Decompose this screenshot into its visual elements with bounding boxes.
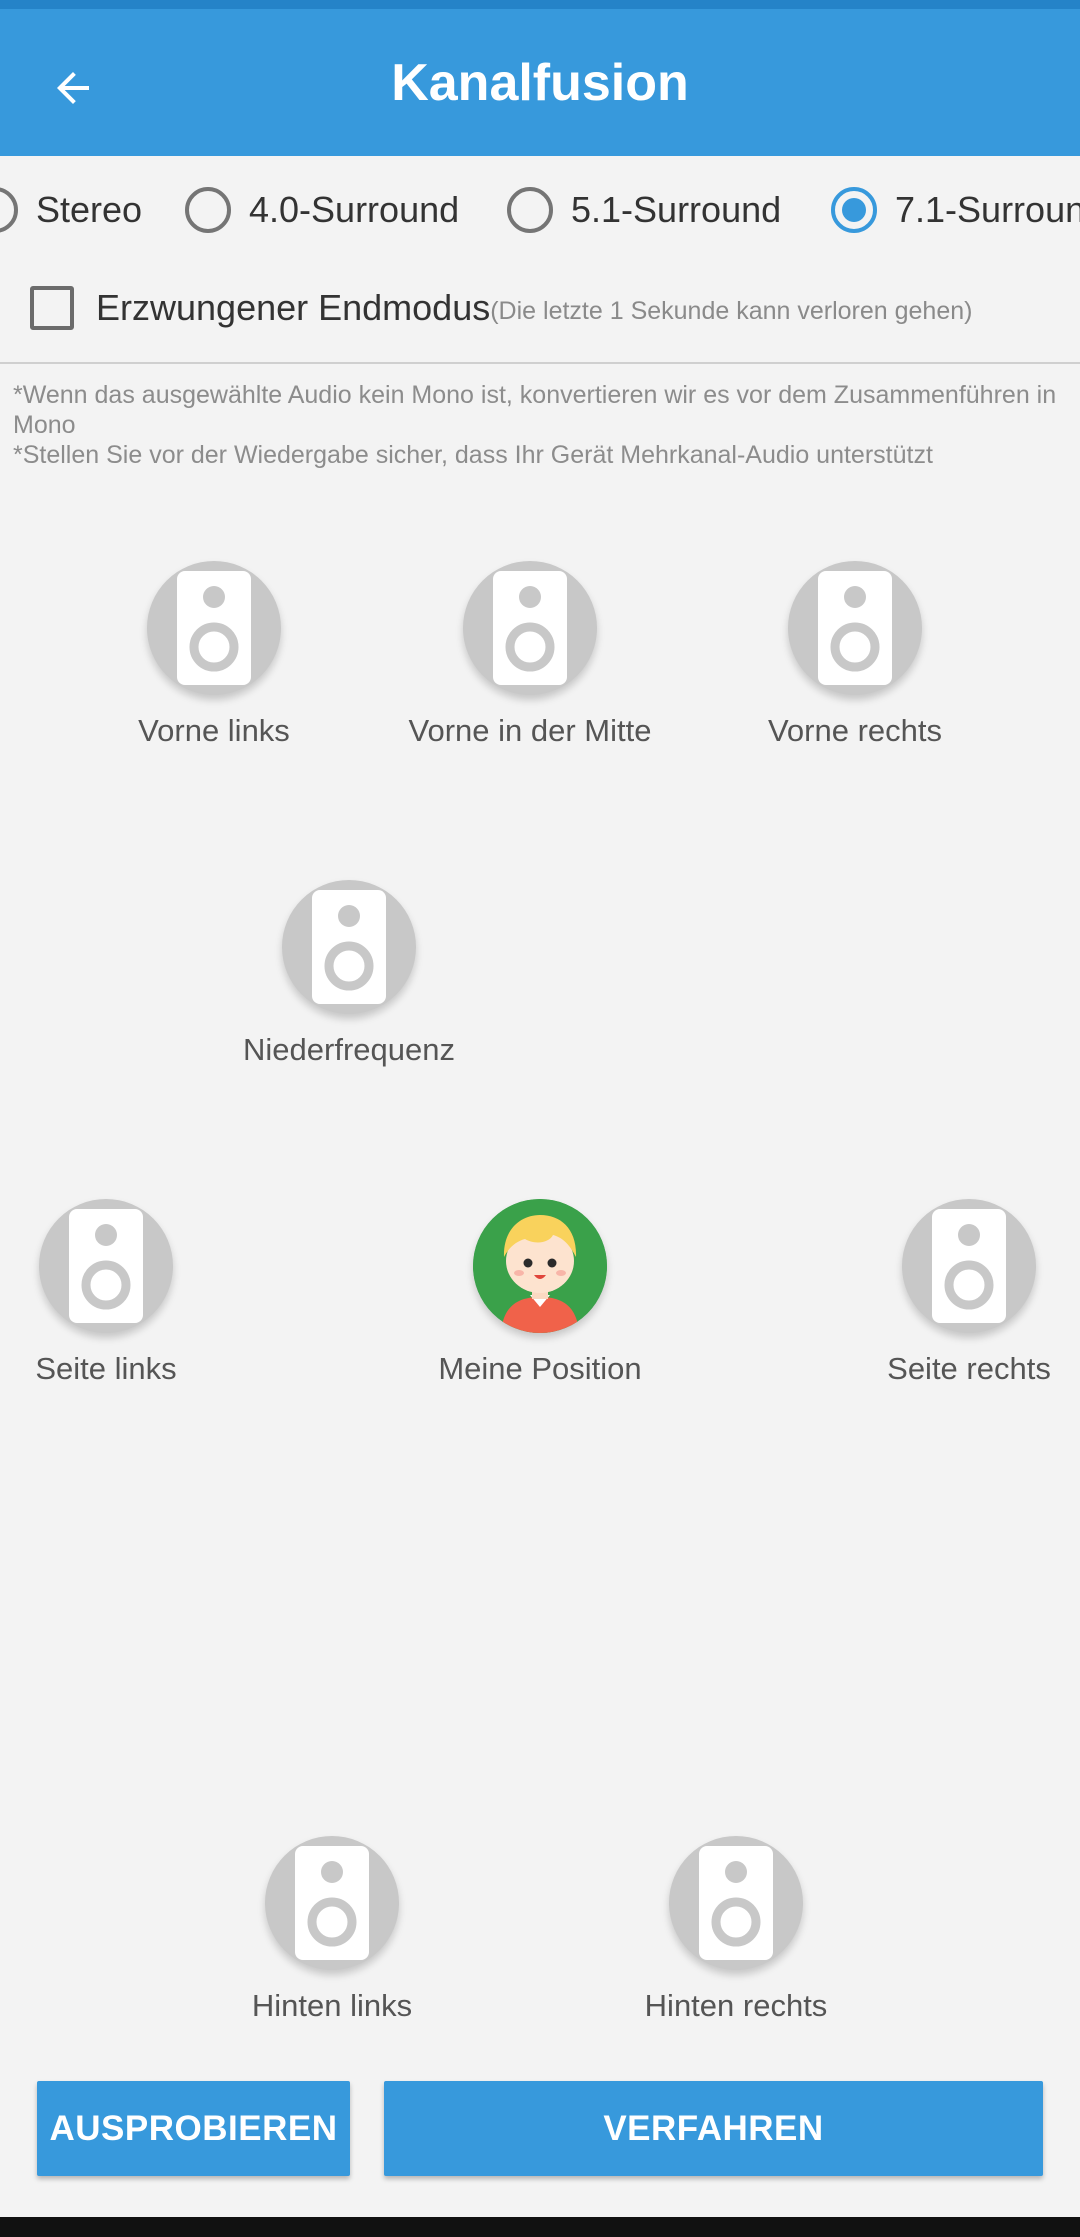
note-multichannel-support: *Stellen Sie vor der Wiedergabe sicher, … (13, 441, 933, 469)
mode-label: 4.0-Surround (249, 189, 460, 230)
radio-selected-dot (842, 198, 866, 222)
speaker-side-left[interactable]: Seite links (0, 1199, 236, 1387)
proceed-button[interactable]: VERFAHREN (384, 2081, 1043, 2176)
speaker-label: Vorne in der Mitte (408, 713, 652, 748)
force-end-hint: (Die letzte 1 Sekunde kann verloren gehe… (490, 296, 973, 325)
page-title: Kanalfusion (391, 53, 689, 112)
system-nav-bar (0, 2217, 1080, 2237)
speaker-icon (147, 561, 281, 695)
divider (0, 362, 1080, 364)
speaker-label: Hinten rechts (644, 1988, 828, 2023)
speaker-rear-left[interactable]: Hinten links (202, 1836, 462, 2024)
back-button[interactable] (30, 45, 116, 131)
speaker-side-right[interactable]: Seite rechts (839, 1199, 1080, 1387)
mode-label: 7.1-Surround (895, 189, 1080, 230)
speaker-icon (669, 1836, 803, 1970)
my-position[interactable]: Meine Position (410, 1199, 670, 1387)
speaker-label: Vorne links (138, 713, 290, 748)
force-end-mode-row[interactable]: Erzwungener Endmodus (Die letzte 1 Sekun… (30, 268, 972, 348)
speaker-front-center[interactable]: Vorne in der Mitte (400, 561, 660, 749)
speaker-front-left[interactable]: Vorne links (84, 561, 344, 749)
try-button[interactable]: AUSPROBIEREN (37, 2081, 350, 2176)
speaker-label: Seite links (35, 1351, 177, 1386)
speaker-icon (282, 880, 416, 1014)
speaker-label: Vorne rechts (767, 713, 943, 748)
speaker-icon (463, 561, 597, 695)
speaker-rear-right[interactable]: Hinten rechts (606, 1836, 866, 2024)
speaker-front-right[interactable]: Vorne rechts (725, 561, 985, 749)
radio-button-selected[interactable] (831, 187, 877, 233)
speaker-label: Seite rechts (887, 1351, 1051, 1386)
speaker-label: Niederfrequenz (243, 1032, 455, 1067)
mode-selector: Stereo 4.0-Surround 5.1-Surround 7.1-Sur… (0, 160, 1080, 260)
status-bar (0, 0, 1080, 9)
speaker-label: Hinten links (251, 1988, 413, 2023)
mode-label: 5.1-Surround (571, 189, 782, 230)
notes: *Wenn das ausgewählte Audio kein Mono is… (13, 380, 1073, 470)
arrow-left-icon (57, 72, 89, 104)
speaker-icon (39, 1199, 173, 1333)
speaker-icon (788, 561, 922, 695)
app-bar: Kanalfusion (0, 9, 1080, 156)
force-end-checkbox[interactable] (30, 286, 74, 330)
mode-label: Stereo (36, 189, 143, 230)
speaker-icon (265, 1836, 399, 1970)
speaker-lfe[interactable]: Niederfrequenz (219, 880, 479, 1068)
radio-button[interactable] (185, 187, 231, 233)
radio-button[interactable] (0, 187, 18, 233)
mode-option-stereo[interactable]: Stereo (0, 160, 142, 260)
radio-button[interactable] (507, 187, 553, 233)
speaker-icon (902, 1199, 1036, 1333)
avatar (473, 1199, 607, 1333)
note-mono-conversion: *Wenn das ausgewählte Audio kein Mono is… (13, 381, 1057, 439)
force-end-label: Erzwungener Endmodus (96, 287, 491, 328)
my-position-label: Meine Position (438, 1351, 642, 1386)
mode-option-7-1[interactable]: 7.1-Surround (831, 160, 1080, 260)
mode-option-4-0[interactable]: 4.0-Surround (185, 160, 459, 260)
mode-option-5-1[interactable]: 5.1-Surround (507, 160, 781, 260)
